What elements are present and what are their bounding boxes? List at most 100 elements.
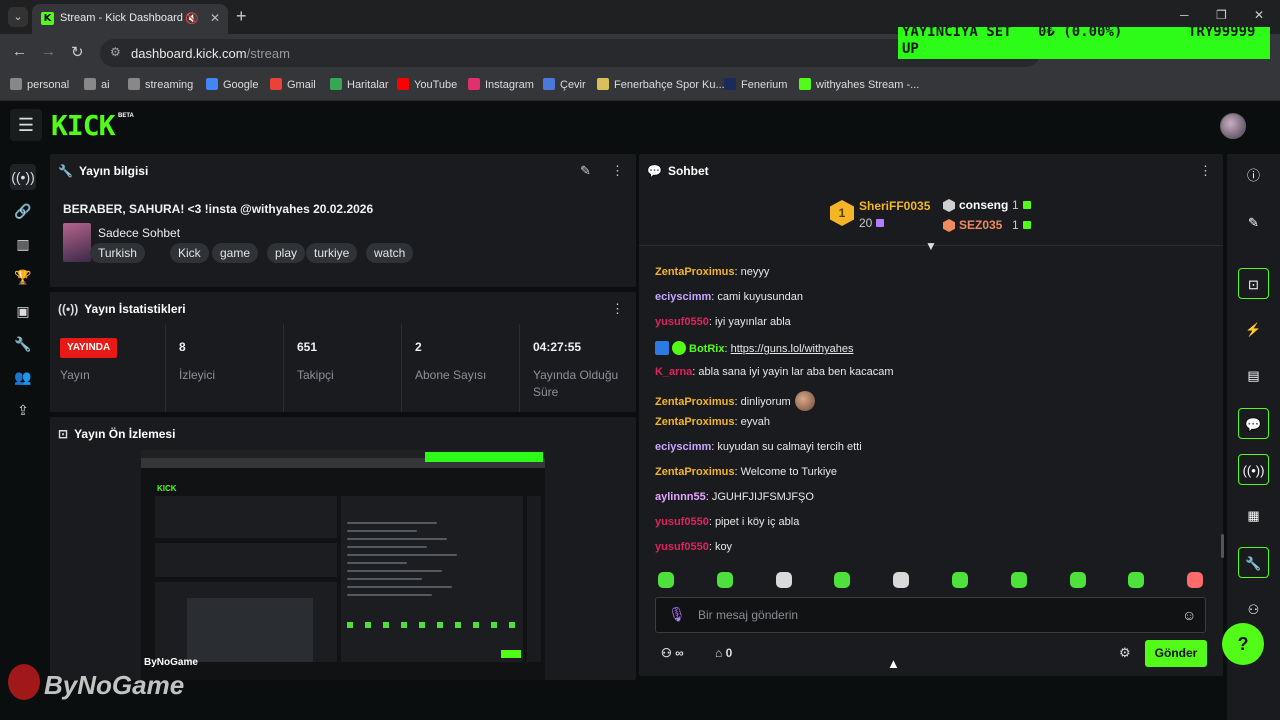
chat-username[interactable]: ZentaProximus xyxy=(655,466,734,478)
leaderboard-first-name[interactable]: SheriFF0035 xyxy=(859,199,930,213)
chat-username[interactable]: yusuf0550 xyxy=(655,516,709,528)
site-info-icon[interactable]: ⚙ xyxy=(110,45,121,59)
chat-username[interactable]: aylinnn55 xyxy=(655,491,706,503)
chat-username[interactable]: eciyscimm xyxy=(655,291,711,303)
bookmark-item[interactable]: Instagram xyxy=(468,78,534,91)
chat-bubble-icon: 💬 xyxy=(647,164,662,178)
leaderboard-second-name[interactable]: conseng xyxy=(959,198,1008,212)
category-name[interactable]: Sadece Sohbet xyxy=(98,226,180,240)
quick-emote-icon[interactable] xyxy=(716,572,733,588)
bookmark-item[interactable]: streaming xyxy=(128,78,193,91)
window-restore-icon[interactable]: ❐ xyxy=(1216,8,1227,22)
link-icon[interactable]: 🔗 xyxy=(10,198,36,224)
chat-toggle-icon[interactable]: 💬 xyxy=(1238,408,1269,439)
wrench-icon[interactable]: 🔧 xyxy=(10,331,36,357)
bookmark-item[interactable]: YouTube xyxy=(397,78,457,91)
gift-icon xyxy=(876,219,885,227)
quick-emote-icon[interactable] xyxy=(1010,572,1027,588)
send-button[interactable]: Gönder xyxy=(1145,640,1207,667)
quick-emote-icon[interactable] xyxy=(1128,572,1145,588)
bookmark-item[interactable]: Haritalar xyxy=(330,78,389,91)
collapse-leaderboard-icon[interactable]: ▼ xyxy=(925,239,937,253)
bookmark-item[interactable]: Gmail xyxy=(270,78,316,91)
stream-preview-video[interactable]: KICK ByNoGame xyxy=(141,450,545,680)
analytics-icon[interactable]: ▥ xyxy=(10,231,36,257)
info-toggle-wrench-icon[interactable]: 🔧 xyxy=(1238,547,1269,578)
chat-input[interactable]: 🎙 Bir mesaj gönderin ☺ xyxy=(655,597,1206,633)
info-icon[interactable]: ⓘ xyxy=(1238,160,1269,191)
chat-scrollbar[interactable] xyxy=(1221,534,1224,558)
quick-emote-icon[interactable] xyxy=(834,572,851,588)
tag-chip[interactable]: Turkish xyxy=(90,243,145,263)
edit-pencil-icon[interactable]: ✎ xyxy=(580,163,591,179)
quick-emote-icon[interactable] xyxy=(775,572,792,588)
tag-chip[interactable]: play xyxy=(267,243,306,263)
tab-search-button[interactable]: ⌄ xyxy=(8,7,28,27)
bookmark-item[interactable]: personal xyxy=(10,78,69,91)
share-icon[interactable]: ⚇ xyxy=(1238,594,1269,625)
bookmark-item[interactable]: Google xyxy=(206,78,258,91)
layout-icon[interactable]: ▦ xyxy=(1238,500,1269,531)
broadcast-icon[interactable]: ((•)) xyxy=(10,164,36,190)
bookmark-item[interactable]: Fenerbahçe Spor Ku... xyxy=(597,78,725,91)
chat-username[interactable]: K_arna xyxy=(655,366,692,378)
bookmark-item[interactable]: withyahes Stream -... xyxy=(799,78,919,91)
trophy-icon[interactable]: 🏆 xyxy=(10,264,36,290)
window-minimize-icon[interactable]: ─ xyxy=(1180,8,1189,22)
chat-username[interactable]: yusuf0550 xyxy=(655,316,709,328)
more-options-icon[interactable]: ⋮ xyxy=(611,163,624,179)
watermark-logo-icon xyxy=(8,664,40,700)
chat-username[interactable]: BotRix xyxy=(689,343,724,355)
stats-toggle-icon[interactable]: ((•)) xyxy=(1238,454,1269,485)
browser-tab[interactable]: K Stream - Kick Dashboard 🔇 ✕ xyxy=(32,4,228,34)
new-tab-button[interactable]: + xyxy=(236,6,247,27)
channel-points[interactable]: ⚇ ∞ xyxy=(661,646,684,660)
chat-heading: 💬 Sohbet xyxy=(647,164,709,178)
chat-username[interactable]: ZentaProximus xyxy=(655,416,734,428)
tag-chip[interactable]: Kick xyxy=(170,243,209,263)
microphone-icon[interactable]: 🎙 xyxy=(668,606,686,623)
stat-viewers: 8 İzleyici xyxy=(165,324,283,412)
emoji-picker-icon[interactable]: ☺ xyxy=(1182,607,1196,623)
more-options-icon[interactable]: ⋮ xyxy=(611,301,624,317)
bookmark-item[interactable]: Çevir xyxy=(543,78,586,91)
quick-emote-icon[interactable] xyxy=(952,572,968,588)
leaderboard-second-count-value: 1 xyxy=(1012,198,1019,212)
back-arrow-icon[interactable]: ← xyxy=(12,43,27,60)
upload-icon[interactable]: ⇪ xyxy=(10,397,36,423)
tag-chip[interactable]: game xyxy=(212,243,259,263)
bookmark-item[interactable]: Fenerium xyxy=(724,78,787,91)
community-icon[interactable]: 👥 xyxy=(10,364,36,390)
user-avatar[interactable] xyxy=(1220,113,1246,139)
quick-emote-icon[interactable] xyxy=(658,572,674,588)
tab-muted-icon[interactable]: 🔇 xyxy=(185,12,199,25)
window-close-icon[interactable]: ✕ xyxy=(1254,8,1264,22)
menu-icon[interactable]: ☰ xyxy=(10,109,42,141)
store-button[interactable]: ⌂ 0 xyxy=(715,646,732,660)
chat-username[interactable]: yusuf0550 xyxy=(655,541,709,553)
more-options-icon[interactable]: ⋮ xyxy=(1199,163,1212,179)
preview-toggle-icon[interactable]: ⊡ xyxy=(1238,268,1269,299)
quick-emote-icon[interactable] xyxy=(893,572,910,588)
help-headset-icon[interactable]: ? xyxy=(1222,623,1264,665)
bookmark-item[interactable]: ai xyxy=(84,78,110,91)
quick-emote-icon[interactable] xyxy=(1069,572,1086,588)
tag-chip[interactable]: turkiye xyxy=(306,243,358,263)
edit-pencil-icon[interactable]: ✎ xyxy=(1238,207,1269,238)
chat-link[interactable]: https://guns.lol/withyahes xyxy=(731,343,854,355)
tag-chip[interactable]: watch xyxy=(366,243,414,263)
forward-arrow-icon[interactable]: → xyxy=(41,43,56,60)
reload-icon[interactable]: ↻ xyxy=(71,43,84,61)
chat-username[interactable]: ZentaProximus xyxy=(655,396,734,408)
store-value: 0 xyxy=(725,646,733,660)
kick-logo[interactable]: KICK xyxy=(51,109,115,142)
notes-icon[interactable]: ▤ xyxy=(1238,360,1269,391)
chat-settings-gear-icon[interactable]: ⚙ xyxy=(1119,645,1131,661)
lightning-icon[interactable]: ⚡ xyxy=(1238,314,1269,345)
chat-username[interactable]: eciyscimm xyxy=(655,441,711,453)
leaderboard-third-name[interactable]: SEZ035 xyxy=(959,218,1002,232)
tab-close-icon[interactable]: ✕ xyxy=(210,11,220,25)
quick-emote-icon[interactable] xyxy=(1187,572,1204,588)
chat-username[interactable]: ZentaProximus xyxy=(655,266,734,278)
video-library-icon[interactable]: ▣ xyxy=(10,298,36,324)
